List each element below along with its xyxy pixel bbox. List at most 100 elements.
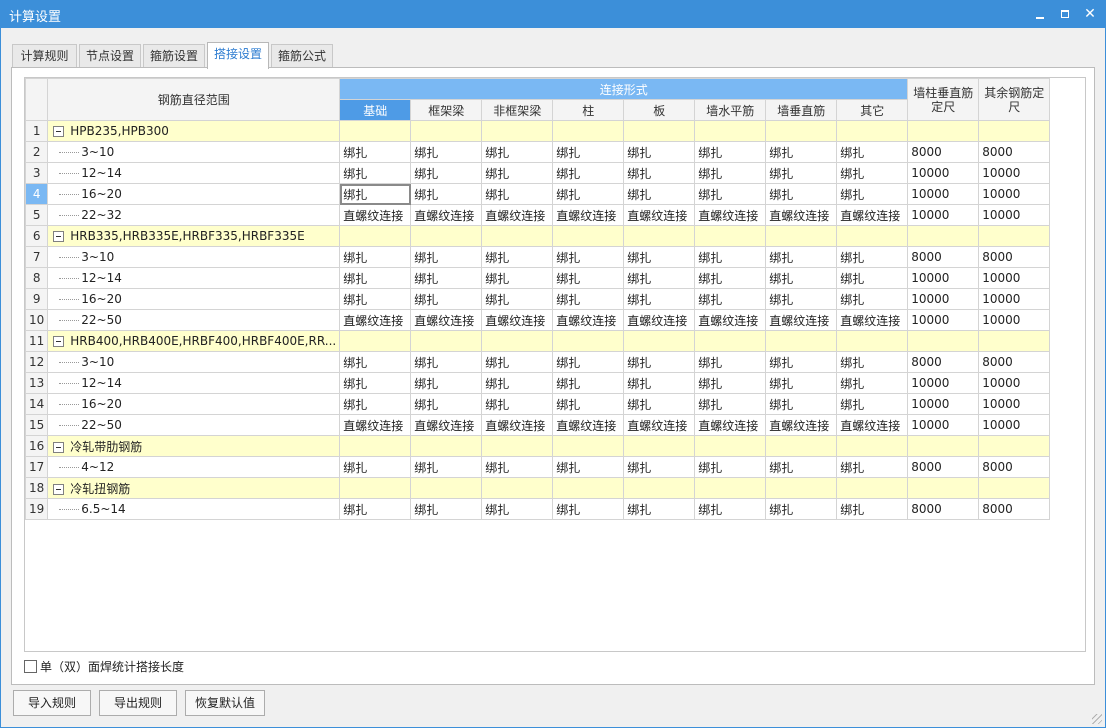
grid-cell[interactable] bbox=[765, 225, 838, 247]
grid-cell[interactable] bbox=[552, 330, 625, 352]
grid-cell[interactable]: 绑扎 bbox=[623, 288, 696, 310]
header-col-3[interactable]: 柱 bbox=[552, 99, 625, 121]
grid-cell[interactable] bbox=[978, 120, 1051, 142]
grid-cell[interactable]: 绑扎 bbox=[481, 498, 554, 520]
table-row[interactable]: 7 3~10 绑扎 绑扎 绑扎 绑扎 绑扎 绑扎 绑扎 绑扎 8000 8000 bbox=[25, 246, 1051, 268]
row-number[interactable]: 6 bbox=[25, 225, 49, 247]
row-number[interactable]: 11 bbox=[25, 330, 49, 352]
grid-cell[interactable]: 10000 bbox=[978, 162, 1051, 184]
grid-cell[interactable]: 绑扎 bbox=[836, 393, 909, 415]
grid-cell[interactable]: 绑扎 bbox=[410, 351, 483, 373]
header-col-2[interactable]: 非框架梁 bbox=[481, 99, 554, 121]
grid-cell[interactable] bbox=[623, 477, 696, 499]
row-number[interactable]: 3 bbox=[25, 162, 49, 184]
table-row[interactable]: 17 4~12 绑扎 绑扎 绑扎 绑扎 绑扎 绑扎 绑扎 绑扎 8000 8000 bbox=[25, 456, 1051, 478]
grid-cell[interactable]: 直螺纹连接 bbox=[339, 414, 412, 436]
grid-cell[interactable]: 直螺纹连接 bbox=[694, 414, 767, 436]
grid-cell[interactable] bbox=[481, 330, 554, 352]
collapse-icon[interactable] bbox=[53, 231, 65, 242]
header-col-6[interactable]: 墙垂直筋 bbox=[765, 99, 838, 121]
grid-cell[interactable]: 直螺纹连接 bbox=[694, 204, 767, 226]
grid-cell[interactable]: 绑扎 bbox=[765, 351, 838, 373]
grid-cell[interactable]: 绑扎 bbox=[623, 456, 696, 478]
collapse-icon[interactable] bbox=[53, 441, 65, 453]
table-row[interactable]: 2 3~10 绑扎 绑扎 绑扎 绑扎 绑扎 绑扎 绑扎 绑扎 8000 8000 bbox=[25, 141, 1051, 163]
grid-cell[interactable]: 绑扎 bbox=[765, 162, 838, 184]
grid-cell[interactable]: 绑扎 bbox=[836, 246, 909, 268]
grid-cell[interactable]: 绑扎 bbox=[623, 246, 696, 268]
grid-cell[interactable]: 10000 bbox=[978, 267, 1051, 289]
grid-cell[interactable]: 绑扎 bbox=[836, 141, 909, 163]
grid-cell[interactable]: 绑扎 bbox=[694, 141, 767, 163]
grid-cell[interactable]: 绑扎 bbox=[623, 141, 696, 163]
maximize-button[interactable] bbox=[1054, 4, 1076, 24]
grid-cell[interactable]: 绑扎 bbox=[481, 162, 554, 184]
grid-cell[interactable]: 绑扎 bbox=[765, 267, 838, 289]
grid-cell[interactable]: 绑扎 bbox=[552, 351, 625, 373]
grid-cell[interactable]: 绑扎 bbox=[481, 372, 554, 394]
grid-cell[interactable]: 10000 bbox=[978, 183, 1051, 205]
import-rules-button[interactable]: 导入规则 bbox=[13, 690, 91, 716]
grid-cell[interactable] bbox=[836, 225, 909, 247]
grid-cell[interactable]: 绑扎 bbox=[623, 183, 696, 205]
row-number[interactable]: 10 bbox=[25, 309, 49, 331]
grid-cell[interactable]: 绑扎 bbox=[694, 351, 767, 373]
tab-2[interactable]: 箍筋设置 bbox=[143, 44, 205, 68]
grid-cell[interactable]: 绑扎 bbox=[339, 141, 412, 163]
grid-cell[interactable]: 10000 bbox=[907, 204, 980, 226]
grid-cell[interactable]: 绑扎 bbox=[623, 393, 696, 415]
grid-cell[interactable]: 直螺纹连接 bbox=[481, 414, 554, 436]
grid-cell[interactable]: 直螺纹连接 bbox=[765, 309, 838, 331]
tab-4[interactable]: 箍筋公式 bbox=[271, 44, 333, 68]
grid-cell[interactable]: 直螺纹连接 bbox=[765, 414, 838, 436]
grid-cell[interactable]: 绑扎 bbox=[552, 183, 625, 205]
row-number[interactable]: 2 bbox=[25, 141, 49, 163]
grid-cell[interactable]: 绑扎 bbox=[623, 372, 696, 394]
grid-cell[interactable]: 绑扎 bbox=[410, 162, 483, 184]
grid-cell[interactable]: 直螺纹连接 bbox=[410, 204, 483, 226]
grid-cell[interactable]: 直螺纹连接 bbox=[623, 309, 696, 331]
grid-cell[interactable] bbox=[481, 225, 554, 247]
grid-cell[interactable] bbox=[694, 225, 767, 247]
grid-cell[interactable] bbox=[552, 225, 625, 247]
table-row[interactable]: 15 22~50 直螺纹连接 直螺纹连接 直螺纹连接 直螺纹连接 直螺纹连接 直螺纹连接 直螺纹… bbox=[25, 414, 1051, 436]
grid-cell[interactable]: 直螺纹连接 bbox=[765, 204, 838, 226]
grid-cell[interactable]: 绑扎 bbox=[481, 288, 554, 310]
group-row[interactable]: 1 HPB235,HPB300 bbox=[25, 120, 1051, 142]
grid-cell[interactable] bbox=[836, 477, 909, 499]
grid-cell[interactable]: 绑扎 bbox=[694, 162, 767, 184]
table-row[interactable]: 12 3~10 绑扎 绑扎 绑扎 绑扎 绑扎 绑扎 绑扎 绑扎 8000 8000 bbox=[25, 351, 1051, 373]
grid-cell[interactable]: 绑扎 bbox=[836, 183, 909, 205]
grid-cell[interactable]: 绑扎 bbox=[339, 351, 412, 373]
grid-cell[interactable]: 直螺纹连接 bbox=[836, 414, 909, 436]
table-row[interactable]: 19 6.5~14 绑扎 绑扎 绑扎 绑扎 绑扎 绑扎 绑扎 绑扎 8000 8000 bbox=[25, 498, 1051, 520]
grid-cell[interactable]: 绑扎 bbox=[694, 456, 767, 478]
tab-3[interactable]: 搭接设置 bbox=[207, 42, 269, 69]
grid-cell[interactable]: 直螺纹连接 bbox=[836, 204, 909, 226]
grid-cell[interactable] bbox=[552, 435, 625, 457]
grid-cell[interactable]: 直螺纹连接 bbox=[694, 309, 767, 331]
grid-cell[interactable]: 绑扎 bbox=[339, 456, 412, 478]
grid-cell[interactable]: 绑扎 bbox=[410, 141, 483, 163]
grid-cell[interactable]: 绑扎 bbox=[623, 267, 696, 289]
grid-cell[interactable] bbox=[623, 225, 696, 247]
export-rules-button[interactable]: 导出规则 bbox=[99, 690, 177, 716]
grid-cell[interactable] bbox=[481, 435, 554, 457]
grid-cell[interactable]: 绑扎 bbox=[765, 393, 838, 415]
header-col-0[interactable]: 基础 bbox=[339, 99, 412, 121]
grid-cell[interactable]: 绑扎 bbox=[552, 267, 625, 289]
grid-cell[interactable]: 绑扎 bbox=[552, 498, 625, 520]
grid-cell[interactable]: 绑扎 bbox=[694, 246, 767, 268]
grid-cell[interactable] bbox=[978, 330, 1051, 352]
grid-cell[interactable]: 10000 bbox=[978, 414, 1051, 436]
grid-cell[interactable] bbox=[694, 120, 767, 142]
grid-cell[interactable]: 绑扎 bbox=[339, 246, 412, 268]
grid-cell[interactable] bbox=[410, 225, 483, 247]
grid-cell[interactable]: 绑扎 bbox=[836, 456, 909, 478]
grid-cell[interactable] bbox=[481, 120, 554, 142]
grid-cell[interactable]: 8000 bbox=[978, 246, 1051, 268]
grid-cell[interactable]: 直螺纹连接 bbox=[481, 309, 554, 331]
grid-cell[interactable]: 绑扎 bbox=[552, 372, 625, 394]
grid-cell[interactable]: 绑扎 bbox=[836, 372, 909, 394]
grid-cell[interactable] bbox=[907, 120, 980, 142]
